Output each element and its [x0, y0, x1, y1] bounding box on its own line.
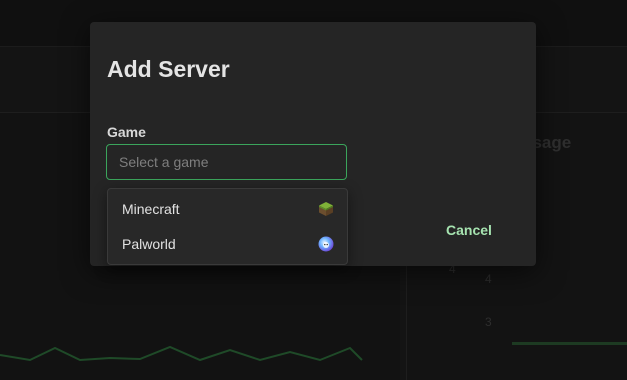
- game-field-label: Game: [107, 124, 146, 140]
- cancel-button[interactable]: Cancel: [446, 222, 492, 238]
- background-activity-line: [0, 345, 363, 362]
- background-chart-tick: 4: [485, 272, 492, 286]
- minecraft-grass-block-icon: [318, 201, 334, 217]
- dialog-title: Add Server: [107, 56, 230, 82]
- page: y Usage 4 4 3 Add Server Game Cancel Min…: [0, 0, 627, 380]
- game-select-input[interactable]: [106, 144, 347, 180]
- option-label: Palworld: [122, 236, 176, 252]
- background-usage-bar: [512, 342, 627, 345]
- game-dropdown: Minecraft Palworld: [107, 188, 348, 265]
- option-label: Minecraft: [122, 201, 180, 217]
- palworld-icon: [318, 236, 334, 252]
- game-option-minecraft[interactable]: Minecraft: [108, 192, 347, 226]
- background-chart-tick: 3: [485, 315, 492, 329]
- game-option-palworld[interactable]: Palworld: [108, 227, 347, 261]
